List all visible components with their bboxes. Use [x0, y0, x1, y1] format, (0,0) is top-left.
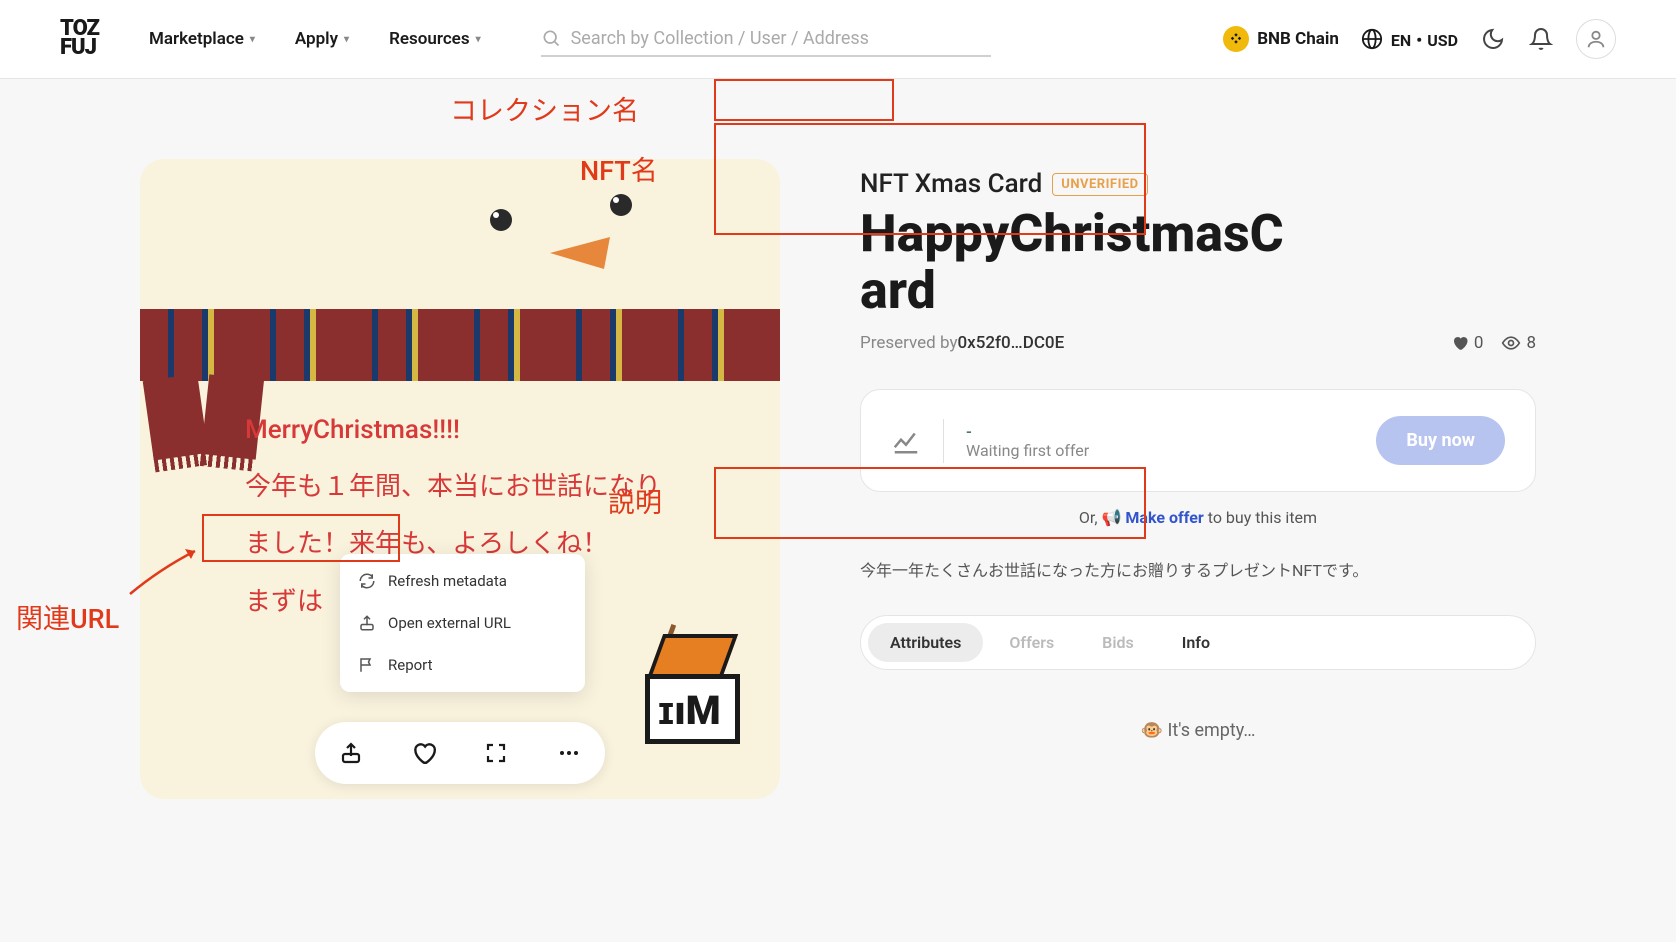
preserved-by-label: Preserved by	[860, 333, 957, 353]
like-button[interactable]	[411, 740, 437, 766]
nav-marketplace[interactable]: Marketplace▾	[149, 29, 255, 49]
profile-avatar[interactable]	[1576, 19, 1616, 59]
user-icon	[1585, 28, 1607, 50]
megaphone-icon: 📢	[1102, 508, 1126, 527]
nav-resources[interactable]: Resources▾	[389, 29, 481, 49]
expand-icon	[484, 741, 508, 765]
views-count: 8	[1501, 333, 1536, 353]
share-button[interactable]	[338, 740, 364, 766]
heart-icon	[1451, 334, 1469, 352]
more-button[interactable]	[556, 740, 582, 766]
unverified-badge: UNVERIFIED	[1052, 173, 1147, 196]
collection-name[interactable]: NFT Xmas Card	[860, 169, 1042, 199]
nft-details: NFT Xmas Card UNVERIFIED HappyChristmasC…	[860, 159, 1536, 799]
likes-count[interactable]: 0	[1451, 333, 1484, 353]
nav: Marketplace▾ Apply▾ Resources▾	[149, 29, 481, 49]
chain-selector[interactable]: BNB Chain	[1223, 26, 1339, 52]
annotation-collection-box	[714, 79, 894, 121]
nft-title: HappyChristmasCard	[860, 205, 1290, 319]
snowman-nose	[550, 237, 610, 277]
notifications[interactable]	[1528, 26, 1554, 52]
ctx-report[interactable]: Report	[340, 644, 585, 686]
scarf	[140, 309, 780, 381]
buy-box: - Waiting first offer Buy now	[860, 389, 1536, 492]
external-link-icon	[358, 614, 376, 632]
ctx-open-external-url[interactable]: Open external URL	[340, 602, 585, 644]
dots-icon	[557, 741, 581, 765]
moon-icon	[1481, 27, 1505, 51]
price-info: - Waiting first offer	[966, 422, 1089, 460]
main: MerryChristmas!!!! 今年も１年間、本当にお世話になり ました！…	[0, 79, 1676, 799]
context-menu: Refresh metadata Open external URL Repor…	[340, 554, 585, 692]
meta-row: Preserved by 0x52f0…DC0E 0 8	[860, 333, 1536, 353]
cube-logo: ɪıM	[635, 634, 750, 749]
waiting-label: Waiting first offer	[966, 441, 1089, 460]
heart-icon	[411, 740, 437, 766]
refresh-icon	[358, 572, 376, 590]
chart-icon	[891, 426, 921, 456]
share-icon	[339, 741, 363, 765]
bnb-icon	[1223, 26, 1249, 52]
buy-now-button[interactable]: Buy now	[1376, 416, 1505, 465]
nft-description: 今年一年たくさんお世話になった方にお贈りするプレゼントNFTです。	[860, 557, 1536, 584]
search-input[interactable]	[571, 28, 991, 49]
snowman-eye	[490, 209, 512, 231]
locale-selector[interactable]: EN・USD	[1361, 27, 1458, 51]
price-value: -	[966, 422, 1089, 441]
fullscreen-button[interactable]	[483, 740, 509, 766]
ctx-refresh-metadata[interactable]: Refresh metadata	[340, 560, 585, 602]
scarf-tail	[143, 374, 209, 461]
tab-info[interactable]: Info	[1160, 623, 1232, 662]
chevron-down-icon: ▾	[476, 34, 481, 45]
search-icon	[541, 28, 561, 48]
image-action-bar	[315, 722, 605, 784]
make-offer-link[interactable]: Make offer	[1125, 508, 1203, 527]
annotation-collection-label: コレクション名	[450, 89, 639, 128]
globe-icon	[1361, 28, 1383, 50]
flag-icon	[358, 656, 376, 674]
svg-text:ɪıM: ɪıM	[658, 687, 721, 734]
empty-state: 🐵 It's empty…	[860, 720, 1536, 741]
tab-bids[interactable]: Bids	[1080, 623, 1156, 662]
theme-toggle[interactable]	[1480, 26, 1506, 52]
tab-offers[interactable]: Offers	[987, 623, 1076, 662]
header: TOZ FUJ Marketplace▾ Apply▾ Resources▾ B…	[0, 0, 1676, 79]
nft-image-panel: MerryChristmas!!!! 今年も１年間、本当にお世話になり ました！…	[140, 159, 780, 799]
nav-apply[interactable]: Apply▾	[295, 29, 349, 49]
logo-line2: FUJ	[60, 39, 99, 58]
chevron-down-icon: ▾	[250, 34, 255, 45]
nft-image[interactable]: MerryChristmas!!!! 今年も１年間、本当にお世話になり ました！…	[140, 159, 780, 799]
bell-icon	[1529, 27, 1553, 51]
tab-attributes[interactable]: Attributes	[868, 623, 983, 662]
eye-icon	[1501, 333, 1521, 353]
header-right: BNB Chain EN・USD	[1223, 19, 1616, 59]
owner-address[interactable]: 0x52f0…DC0E	[957, 333, 1064, 353]
search-wrap[interactable]	[541, 22, 991, 57]
logo[interactable]: TOZ FUJ	[60, 20, 99, 57]
annotation-url-label: 関連URL	[16, 597, 119, 636]
snowman-eye	[610, 194, 632, 216]
detail-tabs: Attributes Offers Bids Info	[860, 615, 1536, 670]
chevron-down-icon: ▾	[344, 34, 349, 45]
make-offer-row: Or, 📢 Make offer to buy this item	[860, 508, 1536, 527]
